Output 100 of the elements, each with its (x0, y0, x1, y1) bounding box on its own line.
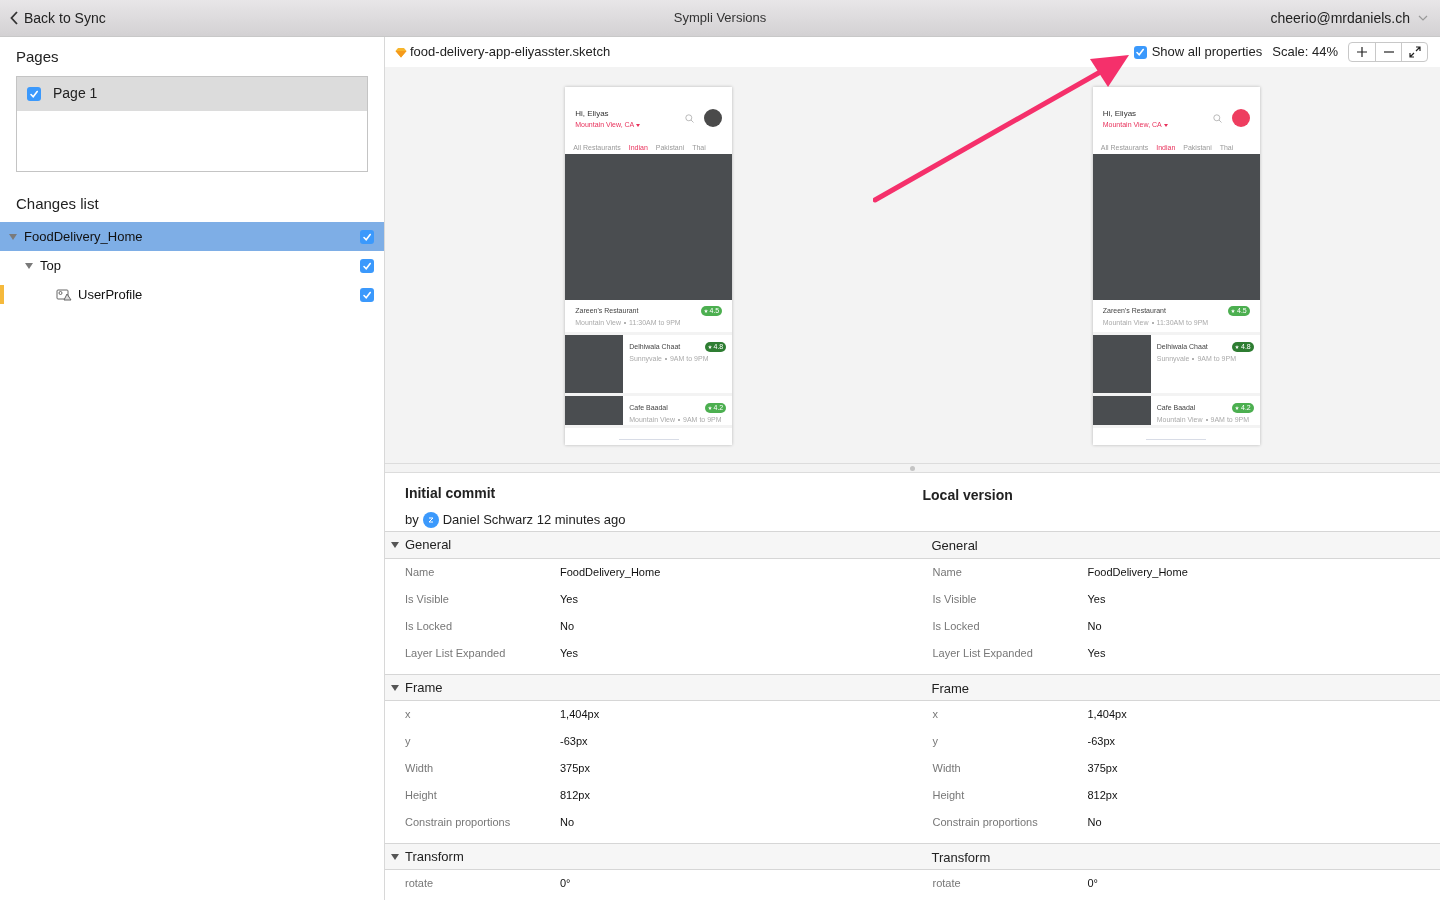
property-value: 0° (1087, 876, 1099, 892)
section-heading: Pages (15, 47, 60, 67)
image-placeholder (565, 396, 624, 425)
property-value: -63px (560, 734, 588, 750)
checkbox[interactable] (360, 229, 374, 244)
version-title: Initial commit (405, 484, 497, 503)
section-title: Transform (405, 847, 464, 866)
image-placeholder (1092, 335, 1151, 393)
property-value: FoodDelivery_Home (560, 565, 661, 581)
checkbox[interactable] (360, 287, 374, 302)
section-title: Frame (931, 680, 970, 696)
checkmark-icon (362, 289, 372, 300)
greeting-text: Hi, Eliyas (1102, 108, 1138, 120)
collapse-triangle-icon[interactable] (24, 260, 34, 271)
property-value: 0° (560, 876, 571, 892)
section-title: Transform (931, 849, 991, 865)
checkmark-icon (362, 260, 372, 271)
scale-label: Scale: 44% (1272, 43, 1338, 62)
checkbox[interactable] (360, 258, 374, 273)
property-value: Yes (560, 592, 578, 608)
property-value: Yes (1087, 646, 1106, 662)
section-title: General (931, 538, 978, 553)
chevron-down-icon (1418, 15, 1428, 21)
checkmark-icon (29, 88, 39, 99)
greeting-text: Hi, Eliyas (575, 108, 610, 120)
section-title: General (405, 536, 452, 555)
property-label: rotate (405, 876, 435, 892)
property-label: Name (405, 565, 436, 581)
property-label: Is Visible (932, 592, 978, 608)
file-name: food-delivery-app-eliyasster.sketch (410, 43, 611, 62)
property-value: 1,404px (560, 707, 600, 723)
property-label: Name (932, 565, 963, 581)
account-menu[interactable]: cheerio@mrdaniels.ch (1270, 7, 1430, 29)
home-indicator (1146, 439, 1207, 440)
property-label: Is Visible (405, 592, 450, 608)
change-item[interactable]: FoodDelivery_Home (0, 222, 384, 251)
property-label: Is Locked (932, 619, 981, 635)
property-label: Constrain proportions (932, 815, 1039, 831)
property-label: Width (932, 761, 962, 777)
property-value: Yes (560, 646, 578, 662)
property-label: y (932, 734, 939, 750)
by-label: by (405, 511, 419, 529)
property-value: No (560, 815, 575, 831)
property-value: 375px (560, 761, 590, 777)
change-item[interactable]: Top (0, 251, 384, 280)
user-icon (426, 515, 435, 524)
change-item[interactable]: UserProfile (0, 280, 384, 309)
search-icon (1212, 114, 1222, 123)
property-label: x (932, 707, 939, 723)
window-title: Sympli Versions (673, 9, 767, 28)
property-value: 1,404px (1087, 707, 1127, 723)
checkbox[interactable] (27, 86, 41, 101)
property-label: Height (932, 788, 966, 804)
caret-icon (1163, 123, 1168, 127)
search-icon (685, 114, 695, 123)
property-label: y (405, 734, 412, 750)
change-label: UserProfile (78, 285, 143, 304)
diamond-icon (395, 46, 407, 58)
checkmark-icon (1135, 47, 1146, 57)
property-label: Width (405, 761, 435, 777)
property-label: Height (405, 788, 438, 804)
section-heading: Changes list (15, 193, 100, 214)
property-label: Layer List Expanded (932, 646, 1034, 662)
splitter-handle[interactable] (910, 465, 915, 471)
change-label: Top (40, 256, 61, 275)
property-value: 812px (560, 788, 590, 804)
property-label: Layer List Expanded (405, 646, 507, 662)
image-placeholder (1092, 396, 1151, 425)
property-value: 812px (1087, 788, 1118, 804)
property-value: 375px (1087, 761, 1118, 777)
property-value: FoodDelivery_Home (1087, 565, 1188, 581)
property-value: No (1087, 619, 1102, 635)
collapse-triangle-icon[interactable] (390, 540, 400, 550)
back-button[interactable]: Back to Sync (10, 7, 106, 29)
property-label: Is Locked (405, 619, 454, 635)
expand-icon (1408, 46, 1421, 58)
property-label: Constrain proportions (405, 815, 512, 831)
property-label: rotate (932, 876, 962, 892)
symbol-instance-icon (56, 288, 72, 301)
collapse-triangle-icon[interactable] (390, 682, 400, 693)
change-label: FoodDelivery_Home (24, 227, 143, 246)
page-label: Page 1 (53, 84, 98, 103)
property-value: No (1087, 815, 1102, 831)
checkmark-icon (362, 231, 372, 242)
home-indicator (618, 439, 679, 440)
checkbox[interactable] (1133, 45, 1147, 59)
page-item[interactable]: Page 1 (17, 76, 367, 111)
image-placeholder (565, 335, 624, 393)
property-label: x (405, 707, 412, 723)
section-title: Frame (405, 678, 443, 697)
back-chevron-icon (10, 11, 18, 25)
collapse-triangle-icon[interactable] (390, 851, 400, 862)
version-title: Local version (922, 487, 1013, 503)
property-value: No (560, 619, 575, 635)
property-value: Yes (1087, 592, 1106, 608)
property-value: -63px (1087, 734, 1116, 750)
checkbox-label: Show all properties (1151, 43, 1263, 62)
author-text: Daniel Schwarz 12 minutes ago (442, 511, 626, 529)
plus-icon (1356, 46, 1368, 58)
caret-icon (636, 123, 641, 127)
